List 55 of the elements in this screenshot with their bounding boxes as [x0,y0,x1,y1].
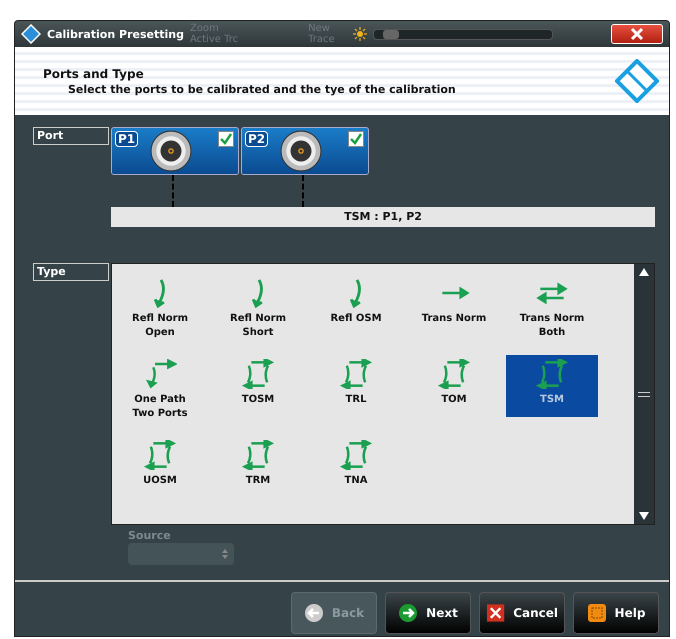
calibration-type-item[interactable]: Refl Norm Short [212,274,304,336]
diamond-logo-icon [615,59,659,103]
close-icon [630,27,644,41]
port-card[interactable]: P2 [241,127,369,175]
calibration-type-item[interactable]: TOSM [212,355,304,417]
slider-thumb[interactable] [382,30,399,38]
curved-arrow-icon [251,278,265,308]
port-card[interactable]: P1 [111,127,239,175]
curved-arrows-icon [143,440,177,470]
scrollbar[interactable] [634,264,654,524]
port-checkbox[interactable] [218,131,234,147]
curved-arrows-icon [535,359,569,389]
curved-arrows-icon [339,440,373,470]
calibration-type-item[interactable]: TRL [310,355,402,417]
connector-icon [280,130,322,172]
brightness-icon [352,27,367,41]
port-checkbox[interactable] [348,131,364,147]
port-badge: P2 [245,131,268,147]
calibration-type-item[interactable]: Refl Norm Open [114,274,206,336]
port-badge: P1 [115,131,138,147]
spinner-icon [222,548,228,560]
cancel-icon [486,603,506,623]
section-label: Type [33,263,109,281]
curved-arrows-icon [241,440,275,470]
calibration-summary: TSM : P1, P2 [111,207,655,227]
calibration-type-item[interactable]: Trans Norm [408,274,500,336]
section-label: Port [33,127,109,145]
next-button[interactable]: Next [385,592,471,634]
header-subtitle: Select the ports to be calibrated and the tye of the calibration [67,82,457,96]
curved-arrows-icon [339,359,373,389]
curved-arrows-icon [437,359,471,389]
close-button[interactable] [611,24,663,44]
brightness-slider[interactable] [372,28,553,40]
calibration-type-item[interactable]: One Path Two Ports [114,355,206,417]
help-icon [586,603,607,623]
curved-arrow-icon [153,278,167,308]
scroll-down-icon[interactable] [639,512,649,520]
header-title: Ports and Type [43,66,145,80]
help-button[interactable]: Help [573,592,659,634]
logo-icon [21,24,41,44]
calibration-type-item[interactable]: Trans Norm Both [506,274,598,336]
curved-arrows-icon [143,359,177,389]
calibration-type-item[interactable]: TNA [310,436,402,498]
calibration-type-item[interactable]: TOM [408,355,500,417]
curved-arrow-icon [349,278,363,308]
window-title: Calibration Presetting [47,28,184,40]
calibration-type-item[interactable]: TRM [212,436,304,498]
curved-arrows-icon [241,359,275,389]
scroll-up-icon[interactable] [639,268,649,276]
source-label: Source [128,529,172,542]
cancel-button[interactable]: Cancel [479,592,565,634]
calibration-type-item[interactable]: UOSM [114,436,206,498]
calibration-type-item[interactable]: Refl OSM [310,274,402,336]
calibration-type-item[interactable]: TSM [506,355,598,417]
connector-icon [150,130,192,172]
